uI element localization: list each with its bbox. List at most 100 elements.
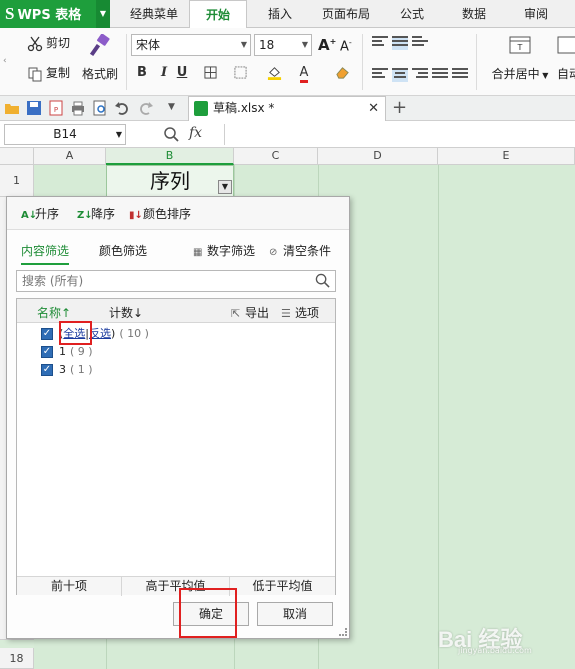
ribbon-tab-bar: S WPS 表格 ▼ 经典菜单 开始 插入 页面布局 公式 数据 审阅 bbox=[0, 0, 575, 29]
row-header-1[interactable]: 1 bbox=[0, 165, 34, 197]
font-color-button[interactable]: A bbox=[292, 62, 316, 84]
column-header-a[interactable]: A bbox=[34, 148, 106, 165]
export-label: 导出 bbox=[245, 306, 270, 320]
sort-ascending-button[interactable]: A↓升序 bbox=[21, 205, 59, 222]
tab-content-filter[interactable]: 内容筛选 bbox=[21, 242, 70, 265]
autofilter-dropdown-icon[interactable]: ▼ bbox=[218, 180, 232, 194]
sort-za-icon: Z↓ bbox=[77, 210, 93, 221]
scissors-icon bbox=[27, 36, 43, 51]
number-filter-button[interactable]: ▦ 数字筛选 bbox=[193, 242, 255, 259]
watermark-url: jingyan.baidu.com bbox=[458, 646, 532, 655]
print-icon[interactable] bbox=[70, 100, 86, 116]
autofilter-panel: A↓升序 Z↓降序 ▮↓颜色排序 内容筛选 颜色筛选 ▦ 数字筛选 ⊘ 清空条件 搜… bbox=[6, 196, 350, 639]
checkbox-checked-icon[interactable]: ✓ bbox=[41, 328, 53, 340]
customize-toolbar-dropdown-icon[interactable]: ▼ bbox=[168, 102, 175, 112]
cancel-button[interactable]: 取消 bbox=[257, 602, 333, 626]
checkbox-checked-icon[interactable]: ✓ bbox=[41, 364, 53, 376]
column-name-sort-header[interactable]: 名称↑ bbox=[37, 304, 71, 321]
tab-review[interactable]: 审阅 bbox=[508, 0, 564, 28]
ribbon-scroll-left-icon[interactable]: ‹ bbox=[3, 56, 7, 66]
bold-button[interactable]: B bbox=[132, 62, 152, 84]
tab-formulas[interactable]: 公式 bbox=[384, 0, 440, 28]
open-folder-icon[interactable] bbox=[4, 100, 20, 116]
print-preview-icon[interactable] bbox=[92, 100, 108, 116]
merge-center-button[interactable]: T 合并居中 ▼ bbox=[488, 34, 552, 82]
export-pdf-icon[interactable]: P bbox=[48, 100, 64, 116]
row-header-18[interactable]: 18 bbox=[0, 648, 34, 669]
underline-button[interactable]: U bbox=[172, 62, 192, 84]
checkbox-checked-icon[interactable]: ✓ bbox=[41, 346, 53, 358]
name-box[interactable]: B14 ▼ bbox=[4, 124, 126, 145]
format-painter-button[interactable]: 格式刷 bbox=[80, 33, 120, 90]
align-middle-icon[interactable] bbox=[392, 36, 408, 50]
tab-home[interactable]: 开始 bbox=[189, 0, 247, 29]
tab-data[interactable]: 数据 bbox=[446, 0, 502, 28]
italic-button[interactable]: I bbox=[154, 62, 174, 84]
svg-text:P: P bbox=[54, 106, 58, 114]
wps-app-menu-button[interactable]: S WPS 表格 bbox=[0, 0, 96, 28]
sort-by-color-button[interactable]: ▮↓颜色排序 bbox=[129, 205, 191, 222]
column-header-d[interactable]: D bbox=[318, 148, 438, 165]
options-button[interactable]: ☰ 选项 bbox=[281, 304, 319, 321]
item-label: 1 bbox=[59, 345, 66, 358]
sort-descending-label: 降序 bbox=[91, 207, 116, 221]
align-bottom-icon[interactable] bbox=[412, 36, 428, 50]
close-icon[interactable]: ✕ bbox=[368, 97, 379, 120]
formula-bar: B14 ▼ fx bbox=[0, 121, 575, 148]
font-name-combobox[interactable]: 宋体 ▼ bbox=[131, 34, 251, 56]
sort-descending-button[interactable]: Z↓降序 bbox=[77, 205, 115, 222]
align-top-icon[interactable] bbox=[372, 36, 388, 50]
clear-conditions-button[interactable]: ⊘ 清空条件 bbox=[269, 242, 331, 259]
auto-wrap-button[interactable]: 自动 bbox=[557, 34, 575, 82]
tab-insert[interactable]: 插入 bbox=[252, 0, 308, 28]
cut-button[interactable]: 剪切 bbox=[27, 34, 70, 52]
font-size-combobox[interactable]: 18 ▼ bbox=[254, 34, 312, 56]
chevron-down-icon: ▼ bbox=[301, 40, 308, 49]
tab-page-layout[interactable]: 页面布局 bbox=[312, 0, 380, 28]
insert-function-icon[interactable]: fx bbox=[189, 125, 202, 141]
top-ten-button[interactable]: 前十项 bbox=[17, 577, 122, 596]
invert-selection-link[interactable]: 反选 bbox=[89, 327, 111, 340]
list-item[interactable]: ✓ 3 ( 1 ) bbox=[41, 362, 93, 378]
align-left-icon[interactable] bbox=[372, 68, 388, 82]
filter-search-input[interactable]: 搜索 (所有) bbox=[16, 270, 336, 292]
app-menu-dropdown-icon[interactable]: ▼ bbox=[96, 0, 110, 28]
undo-icon[interactable] bbox=[114, 100, 130, 116]
zoom-lookup-icon[interactable] bbox=[163, 126, 179, 142]
align-right-icon[interactable] bbox=[412, 68, 428, 82]
export-icon: ⇱ bbox=[231, 307, 241, 320]
list-item[interactable]: ✓ 1 ( 9 ) bbox=[41, 344, 93, 360]
distributed-align-icon[interactable] bbox=[452, 68, 468, 82]
column-header-b[interactable]: B bbox=[106, 148, 234, 165]
increase-font-icon[interactable]: A+ bbox=[318, 36, 336, 54]
auto-wrap-label: 自动 bbox=[557, 67, 575, 81]
tab-classic-menu[interactable]: 经典菜单 bbox=[124, 0, 184, 28]
tab-color-filter[interactable]: 颜色筛选 bbox=[99, 242, 147, 259]
cell-b1[interactable]: 序列 bbox=[106, 165, 234, 197]
column-header-c[interactable]: C bbox=[234, 148, 318, 165]
redo-icon[interactable] bbox=[138, 100, 154, 116]
formula-input[interactable] bbox=[224, 124, 572, 145]
export-button[interactable]: ⇱ 导出 bbox=[231, 304, 269, 321]
copy-button[interactable]: 复制 bbox=[27, 64, 70, 82]
fill-pattern-button[interactable] bbox=[228, 62, 252, 84]
list-item-select-all[interactable]: ✓ (全选|反选)( 10 ) bbox=[41, 326, 149, 342]
clear-format-button[interactable] bbox=[330, 62, 354, 84]
name-box-value: B14 bbox=[53, 127, 77, 141]
paint-bucket-icon bbox=[267, 67, 281, 80]
sort-toolbar: A↓升序 Z↓降序 ▮↓颜色排序 bbox=[7, 197, 349, 230]
select-all-corner[interactable] bbox=[0, 148, 34, 165]
below-average-button[interactable]: 低于平均值 bbox=[230, 577, 335, 596]
document-tab[interactable]: 草稿.xlsx * ✕ bbox=[188, 96, 386, 121]
decrease-font-icon[interactable]: A- bbox=[340, 38, 352, 54]
save-icon[interactable] bbox=[26, 100, 42, 116]
app-name: WPS 表格 bbox=[17, 8, 82, 23]
align-center-icon[interactable] bbox=[392, 68, 408, 82]
column-header-e[interactable]: E bbox=[438, 148, 575, 165]
borders-button[interactable] bbox=[198, 62, 222, 84]
justify-icon[interactable] bbox=[432, 68, 448, 82]
new-tab-plus-icon[interactable]: + bbox=[392, 97, 407, 118]
resize-grip-icon[interactable] bbox=[339, 628, 347, 636]
fill-color-button[interactable] bbox=[262, 62, 286, 84]
column-count-sort-header[interactable]: 计数↓ bbox=[109, 304, 143, 321]
